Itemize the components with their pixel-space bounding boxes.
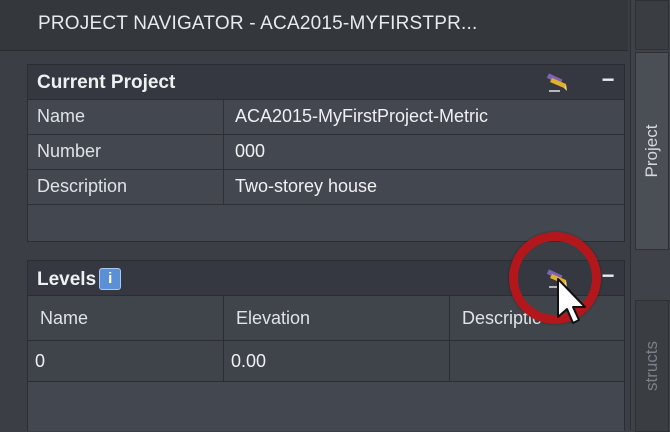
property-value[interactable]: ACA2015-MyFirstProject-Metric <box>235 106 488 127</box>
levels-header[interactable]: Levels i − <box>28 261 624 296</box>
table-row[interactable]: 0 0.00 <box>28 341 624 382</box>
property-row: Number 000 <box>28 135 624 170</box>
info-icon[interactable]: i <box>99 268 122 290</box>
cell-description[interactable] <box>450 341 624 381</box>
cell-name[interactable]: 0 <box>28 341 224 381</box>
pencil-edit-icon[interactable] <box>546 267 568 289</box>
column-header-label: Descriptio <box>462 308 543 328</box>
tab-constructs[interactable]: structs <box>635 300 669 432</box>
cell-elevation[interactable]: 0.00 <box>224 341 450 381</box>
levels-title: Levels i <box>37 268 122 291</box>
side-tab-top[interactable] <box>635 0 669 50</box>
property-row: Description Two-storey house <box>28 170 624 205</box>
cell-text: 0.00 <box>231 351 267 371</box>
column-header-elevation[interactable]: Elevation <box>224 296 450 340</box>
levels-title-text: Levels <box>37 269 97 290</box>
property-row: Name ACA2015-MyFirstProject-Metric <box>28 100 624 135</box>
column-header-name[interactable]: Name <box>28 296 224 340</box>
pencil-edit-icon[interactable] <box>546 71 568 93</box>
palette-titlebar[interactable]: PROJECT NAVIGATOR - ACA2015-MYFIRSTPR... <box>0 0 628 51</box>
column-header-label: Elevation <box>236 308 311 328</box>
property-key: Number <box>37 141 102 161</box>
levels-section: Levels i − Name Elevation Descriptio 0 0.… <box>27 260 625 431</box>
side-tab-strip: Project structs <box>630 0 670 432</box>
property-value[interactable]: Two-storey house <box>235 176 377 197</box>
tab-project[interactable]: Project <box>635 52 669 250</box>
current-project-section: Current Project − Name ACA2015-MyFirstPr… <box>27 64 625 242</box>
property-value[interactable]: 000 <box>235 141 265 162</box>
tab-constructs-label: structs <box>642 340 661 392</box>
tab-project-label: Project <box>642 124 661 178</box>
collapse-icon[interactable]: − <box>600 69 616 91</box>
current-project-title: Current Project <box>37 72 176 93</box>
column-header-label: Name <box>40 308 89 328</box>
levels-column-header: Name Elevation Descriptio <box>28 296 624 341</box>
palette-title: PROJECT NAVIGATOR - ACA2015-MYFIRSTPR... <box>38 13 478 34</box>
property-key: Description <box>37 176 128 196</box>
cell-text: 0 <box>35 351 46 371</box>
collapse-icon[interactable]: − <box>600 265 616 287</box>
current-project-header[interactable]: Current Project − <box>28 65 624 100</box>
column-header-description[interactable]: Descriptio <box>450 296 624 340</box>
property-key: Name <box>37 106 86 126</box>
